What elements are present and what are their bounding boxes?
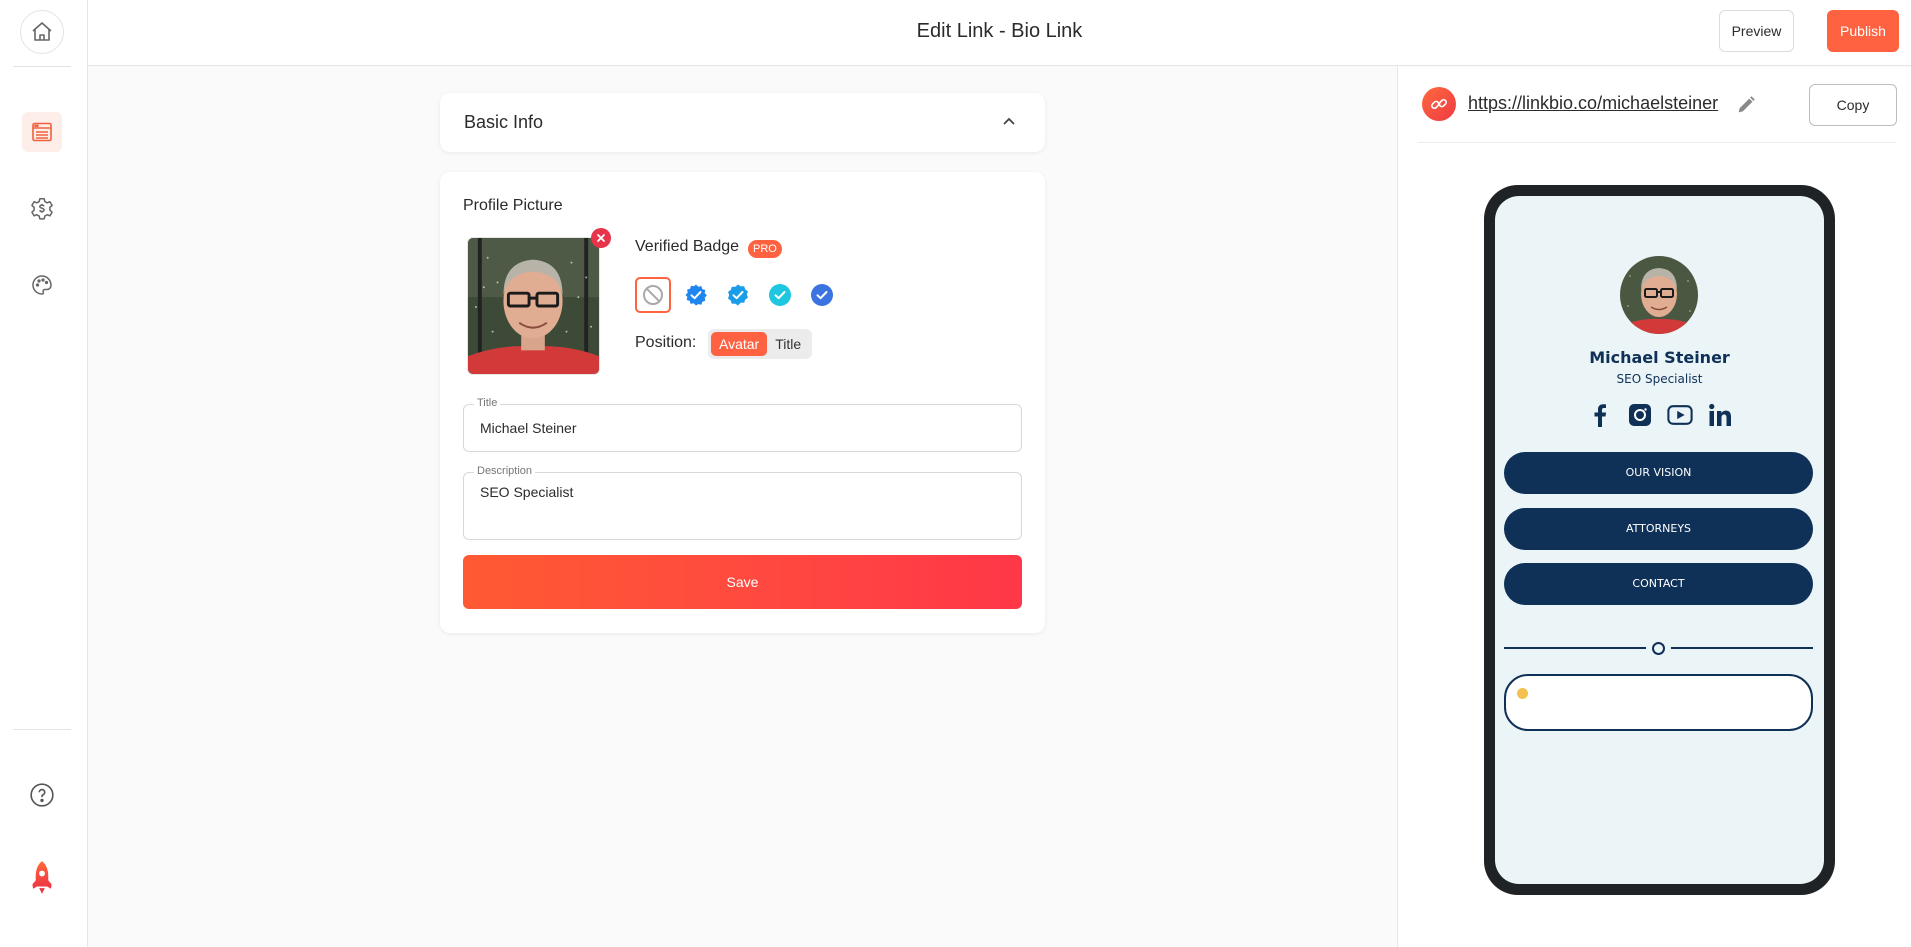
description-input[interactable]: SEO Specialist bbox=[464, 473, 1021, 539]
badge-option-star-lightblue[interactable] bbox=[720, 277, 756, 313]
copy-link-button[interactable]: Copy bbox=[1809, 84, 1897, 126]
help-button[interactable] bbox=[22, 775, 62, 815]
save-button[interactable]: Save bbox=[463, 555, 1022, 609]
preview-description: SEO Specialist bbox=[1616, 372, 1703, 386]
publish-button[interactable]: Publish bbox=[1827, 10, 1899, 52]
upgrade-button[interactable] bbox=[22, 858, 62, 898]
dollar-gear-icon bbox=[31, 197, 53, 220]
position-toggle: Avatar Title bbox=[708, 329, 813, 359]
position-option-title[interactable]: Title bbox=[767, 332, 809, 356]
help-icon bbox=[30, 783, 54, 807]
public-link-url[interactable]: https://linkbio.co/michaelsteiner bbox=[1468, 93, 1718, 114]
info-dot-icon bbox=[1517, 688, 1528, 699]
verified-star-icon bbox=[685, 284, 707, 306]
sidebar-item-settings[interactable] bbox=[22, 189, 62, 229]
preview-social-links bbox=[1495, 402, 1824, 428]
divider-line bbox=[1504, 647, 1646, 649]
youtube-link[interactable] bbox=[1666, 402, 1693, 428]
phone-screen: Michael Steiner SEO Specialist OUR VISIO… bbox=[1495, 196, 1824, 884]
home-button[interactable] bbox=[20, 10, 64, 54]
title-field: Title bbox=[463, 397, 1022, 452]
close-icon bbox=[597, 234, 605, 242]
verified-badge-label: Verified Badge bbox=[635, 238, 740, 255]
sidebar-divider bbox=[13, 729, 71, 730]
preview-content-card[interactable] bbox=[1504, 674, 1813, 731]
badge-option-circle-cyan[interactable] bbox=[762, 277, 798, 313]
no-badge-icon bbox=[643, 285, 663, 305]
accordion-title: Basic Info bbox=[464, 112, 544, 132]
link-icon bbox=[1431, 98, 1447, 110]
preview-link-button[interactable]: ATTORNEYS bbox=[1504, 508, 1813, 550]
phone-preview: Michael Steiner SEO Specialist OUR VISIO… bbox=[1484, 185, 1835, 895]
title-field-label: Title bbox=[474, 397, 501, 409]
divider-circle-icon bbox=[1652, 642, 1665, 655]
page-layout-icon bbox=[32, 122, 52, 142]
linkedin-link[interactable] bbox=[1707, 402, 1733, 428]
preview-panel: https://linkbio.co/michaelsteiner Copy M… bbox=[1397, 67, 1911, 947]
preview-avatar bbox=[1620, 256, 1698, 334]
badge-option-star-blue[interactable] bbox=[678, 277, 714, 313]
page-title: Edit Link - Bio Link bbox=[916, 20, 1083, 42]
youtube-icon bbox=[1666, 405, 1693, 425]
verified-circle-icon bbox=[811, 284, 833, 306]
position-label: Position: bbox=[635, 334, 697, 351]
palette-icon bbox=[32, 275, 52, 295]
link-badge bbox=[1422, 87, 1456, 121]
instagram-link[interactable] bbox=[1627, 402, 1653, 428]
home-icon bbox=[32, 22, 52, 41]
profile-picture[interactable] bbox=[467, 237, 600, 375]
profile-card: Profile Picture Verified Badge PRO Posit… bbox=[440, 172, 1045, 633]
preview-button[interactable]: Preview bbox=[1719, 10, 1794, 52]
badge-option-none[interactable] bbox=[635, 277, 671, 313]
remove-picture-button[interactable] bbox=[591, 228, 611, 248]
preview-divider bbox=[1504, 642, 1813, 655]
description-field: Description SEO Specialist bbox=[463, 465, 1022, 540]
badge-option-circle-blue[interactable] bbox=[804, 277, 840, 313]
facebook-icon bbox=[1594, 404, 1606, 427]
profile-photo bbox=[468, 238, 599, 374]
description-field-label: Description bbox=[474, 465, 536, 477]
verified-circle-icon bbox=[769, 284, 791, 306]
preview-photo bbox=[1620, 256, 1698, 334]
preview-name: Michael Steiner bbox=[1589, 348, 1730, 367]
divider-line bbox=[1671, 647, 1813, 649]
facebook-link[interactable] bbox=[1587, 402, 1613, 428]
pro-badge: PRO bbox=[748, 240, 782, 258]
rocket-icon bbox=[32, 861, 52, 894]
panel-divider bbox=[1418, 142, 1896, 143]
title-input[interactable] bbox=[464, 405, 1021, 451]
basic-info-accordion[interactable]: Basic Info bbox=[440, 93, 1045, 152]
position-option-avatar[interactable]: Avatar bbox=[711, 332, 768, 356]
sidebar bbox=[0, 0, 88, 947]
sidebar-item-appearance[interactable] bbox=[22, 265, 62, 305]
preview-link-button[interactable]: CONTACT bbox=[1504, 563, 1813, 605]
verified-star-icon bbox=[728, 284, 748, 306]
profile-picture-label: Profile Picture bbox=[463, 197, 563, 214]
linkedin-icon bbox=[1708, 403, 1731, 426]
preview-link-button[interactable]: OUR VISION bbox=[1504, 452, 1813, 494]
pencil-icon[interactable] bbox=[1735, 94, 1757, 116]
instagram-icon bbox=[1628, 404, 1651, 426]
sidebar-item-edit-page[interactable] bbox=[22, 112, 62, 152]
chevron-up-icon[interactable] bbox=[1001, 113, 1017, 129]
sidebar-divider bbox=[13, 66, 71, 67]
top-bar: Edit Link - Bio Link Preview Publish bbox=[88, 0, 1911, 66]
